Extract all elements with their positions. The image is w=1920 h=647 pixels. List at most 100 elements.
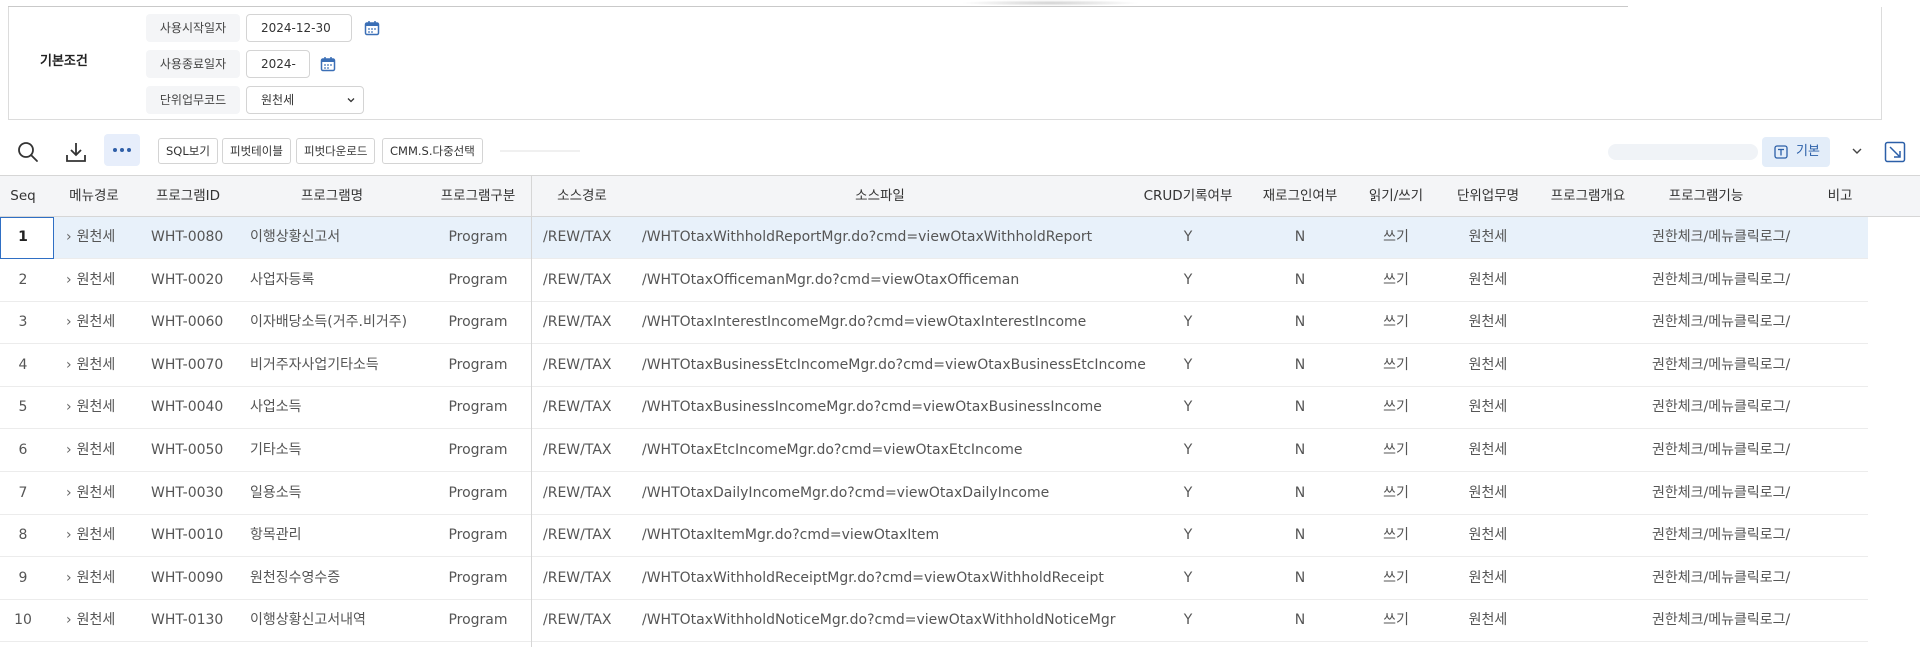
source-file-cell[interactable]: /WHTOtaxBusinessEtcIncomeMgr.do?cmd=view… [642,345,1146,386]
source-path-cell[interactable]: /REW/TAX [543,600,611,641]
read-write-cell[interactable]: 쓰기 [1358,430,1434,471]
quick-search-field[interactable] [1608,144,1758,160]
column-header[interactable]: 프로그램기능 [1646,176,1766,216]
menu-path-cell[interactable]: › 원천세 [66,260,115,301]
program-function-cell[interactable]: 권한체크/메뉴클릭로그/ [1652,387,1790,428]
table-row[interactable]: 5 › 원천세 WHT-0040 사업소득 Program /REW/TAX /W… [0,387,1868,430]
table-row[interactable]: 7 › 원천세 WHT-0030 일용소득 Program /REW/TAX /W… [0,473,1868,515]
seq-cell[interactable]: 1 [0,217,46,258]
program-name-cell[interactable]: 이자배당소득(거주.비거주) [250,302,407,343]
column-header[interactable]: 단위업무명 [1446,176,1530,216]
table-row[interactable]: 9 › 원천세 WHT-0090 원천징수영수증 Program /REW/TAX… [0,558,1868,600]
menu-path-cell[interactable]: › 원천세 [66,473,115,514]
source-file-cell[interactable]: /WHTOtaxItemMgr.do?cmd=viewOtaxItem [642,515,939,556]
crud-log-cell[interactable]: Y [1134,515,1242,556]
program-name-cell[interactable]: 기타소득 [250,430,302,471]
calendar-icon[interactable] [320,56,336,72]
column-header[interactable]: 프로그램구분 [430,176,526,216]
read-write-cell[interactable]: 쓰기 [1358,302,1434,343]
unit-name-cell[interactable]: 원천세 [1446,217,1530,258]
program-summary-cell[interactable] [1542,515,1634,556]
relogin-cell[interactable]: N [1254,302,1346,343]
table-row[interactable]: 3 › 원천세 WHT-0060 이자배당소득(거주.비거주) Program /… [0,302,1868,345]
program-function-cell[interactable]: 권한체크/메뉴클릭로그/ [1652,217,1790,258]
relogin-cell[interactable]: N [1254,387,1346,428]
note-cell[interactable] [1816,345,1864,386]
download-icon[interactable] [62,138,90,166]
read-write-cell[interactable]: 쓰기 [1358,515,1434,556]
menu-path-cell[interactable]: › 원천세 [66,345,115,386]
program-name-cell[interactable]: 사업자등록 [250,260,314,301]
read-write-cell[interactable]: 쓰기 [1358,387,1434,428]
seq-cell[interactable]: 5 [0,387,46,428]
source-file-cell[interactable]: /WHTOtaxInterestIncomeMgr.do?cmd=viewOta… [642,302,1086,343]
program-type-cell[interactable]: Program [430,600,526,641]
column-header[interactable]: 프로그램ID [142,176,234,216]
program-id-cell[interactable]: WHT-0070 [151,345,223,386]
source-path-cell[interactable]: /REW/TAX [543,558,611,599]
column-header[interactable]: 재로그인여부 [1254,176,1346,216]
program-name-cell[interactable]: 일용소득 [250,473,302,514]
source-file-cell[interactable]: /WHTOtaxDailyIncomeMgr.do?cmd=viewOtaxDa… [642,473,1049,514]
source-file-cell[interactable]: /WHTOtaxWithholdReceiptMgr.do?cmd=viewOt… [642,558,1104,599]
relogin-cell[interactable]: N [1254,473,1346,514]
program-type-cell[interactable]: Program [430,387,526,428]
seq-cell[interactable]: 7 [0,473,46,514]
program-function-cell[interactable]: 권한체크/메뉴클릭로그/ [1652,473,1790,514]
program-summary-cell[interactable] [1542,558,1634,599]
column-header[interactable]: Seq [0,176,46,216]
crud-log-cell[interactable]: Y [1134,302,1242,343]
unit-name-cell[interactable]: 원천세 [1446,260,1530,301]
column-header[interactable]: 읽기/쓰기 [1358,176,1434,216]
source-path-cell[interactable]: /REW/TAX [543,473,611,514]
relogin-cell[interactable]: N [1254,260,1346,301]
crud-log-cell[interactable]: Y [1134,473,1242,514]
chevron-down-icon[interactable] [1850,144,1864,158]
relogin-cell[interactable]: N [1254,217,1346,258]
source-file-cell[interactable]: /WHTOtaxEtcIncomeMgr.do?cmd=viewOtaxEtcI… [642,430,1022,471]
unit-name-cell[interactable]: 원천세 [1446,430,1530,471]
program-id-cell[interactable]: WHT-0040 [151,387,223,428]
source-file-cell[interactable]: /WHTOtaxBusinessIncomeMgr.do?cmd=viewOta… [642,387,1102,428]
more-options-button[interactable] [104,134,140,166]
read-write-cell[interactable]: 쓰기 [1358,260,1434,301]
note-cell[interactable] [1816,217,1864,258]
read-write-cell[interactable]: 쓰기 [1358,558,1434,599]
source-path-cell[interactable]: /REW/TAX [543,387,611,428]
column-header[interactable]: 프로그램명 [250,176,414,216]
note-cell[interactable] [1816,473,1864,514]
column-header[interactable]: 메뉴경로 [56,176,132,216]
program-type-cell[interactable]: Program [430,302,526,343]
program-id-cell[interactable]: WHT-0130 [151,600,223,641]
program-id-cell[interactable]: WHT-0090 [151,558,223,599]
program-summary-cell[interactable] [1542,473,1634,514]
program-name-cell[interactable]: 항목관리 [250,515,302,556]
program-type-cell[interactable]: Program [430,558,526,599]
panel-toggle-icon[interactable] [1884,141,1906,163]
calendar-icon[interactable] [364,20,380,36]
program-function-cell[interactable]: 권한체크/메뉴클릭로그/ [1652,260,1790,301]
program-summary-cell[interactable] [1542,217,1634,258]
program-function-cell[interactable]: 권한체크/메뉴클릭로그/ [1652,430,1790,471]
read-write-cell[interactable]: 쓰기 [1358,600,1434,641]
program-id-cell[interactable]: WHT-0010 [151,515,223,556]
note-cell[interactable] [1816,387,1864,428]
program-name-cell[interactable]: 비거주자사업기타소득 [250,345,379,386]
menu-path-cell[interactable]: › 원천세 [66,558,115,599]
program-function-cell[interactable]: 권한체크/메뉴클릭로그/ [1652,345,1790,386]
table-row[interactable]: 8 › 원천세 WHT-0010 항목관리 Program /REW/TAX /W… [0,515,1868,558]
seq-cell[interactable]: 8 [0,515,46,556]
search-icon[interactable] [14,138,42,166]
program-function-cell[interactable]: 권한체크/메뉴클릭로그/ [1652,558,1790,599]
start-date-input[interactable]: 2024-12-30 [246,14,352,42]
note-cell[interactable] [1816,302,1864,343]
relogin-cell[interactable]: N [1254,430,1346,471]
source-file-cell[interactable]: /WHTOtaxWithholdNoticeMgr.do?cmd=viewOta… [642,600,1116,641]
relogin-cell[interactable]: N [1254,345,1346,386]
note-cell[interactable] [1816,430,1864,471]
source-path-cell[interactable]: /REW/TAX [543,430,611,471]
program-summary-cell[interactable] [1542,600,1634,641]
unit-name-cell[interactable]: 원천세 [1446,302,1530,343]
unit-name-cell[interactable]: 원천세 [1446,600,1530,641]
relogin-cell[interactable]: N [1254,558,1346,599]
